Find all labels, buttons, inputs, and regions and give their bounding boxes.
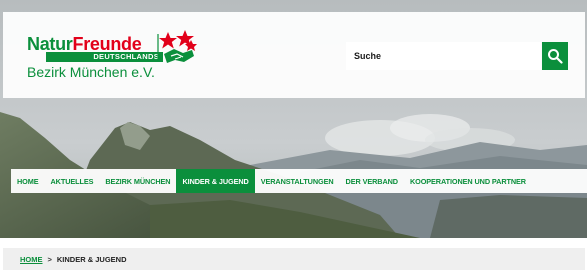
search-icon <box>548 49 563 64</box>
breadcrumb-current: KINDER & JUGEND <box>56 254 127 264</box>
breadcrumb: HOME > KINDER & JUGEND <box>3 248 585 270</box>
nav-item-veranstaltungen[interactable]: VERANSTALTUNGEN <box>255 169 340 193</box>
nav-item-kinder-jugend[interactable]: KINDER & JUGEND <box>176 169 255 193</box>
logo-district-text: Bezirk München e.V. <box>27 64 155 80</box>
logo-natur-text: Natur <box>27 34 73 54</box>
breadcrumb-home-link[interactable]: HOME <box>20 255 43 264</box>
nav-item-home[interactable]: HOME <box>11 169 45 193</box>
search-input[interactable] <box>346 42 541 70</box>
nav-item-aktuelles[interactable]: AKTUELLES <box>45 169 100 193</box>
naturfreunde-handshake-roses-icon[interactable] <box>157 30 199 72</box>
nav-item-kooperationen-partner[interactable]: KOOPERATIONEN UND PARTNER <box>404 169 532 193</box>
nav-item-der-verband[interactable]: DER VERBAND <box>340 169 404 193</box>
search-button[interactable] <box>542 42 568 70</box>
breadcrumb-separator: > <box>47 254 52 264</box>
main-navigation: HOME AKTUELLES BEZIRK MÜNCHEN KINDER & J… <box>11 169 587 193</box>
nav-item-bezirk-muenchen[interactable]: BEZIRK MÜNCHEN <box>99 169 176 193</box>
logo-country-band: DEUTSCHLANDS <box>46 52 163 62</box>
logo-freunde-text: Freunde <box>72 34 142 54</box>
